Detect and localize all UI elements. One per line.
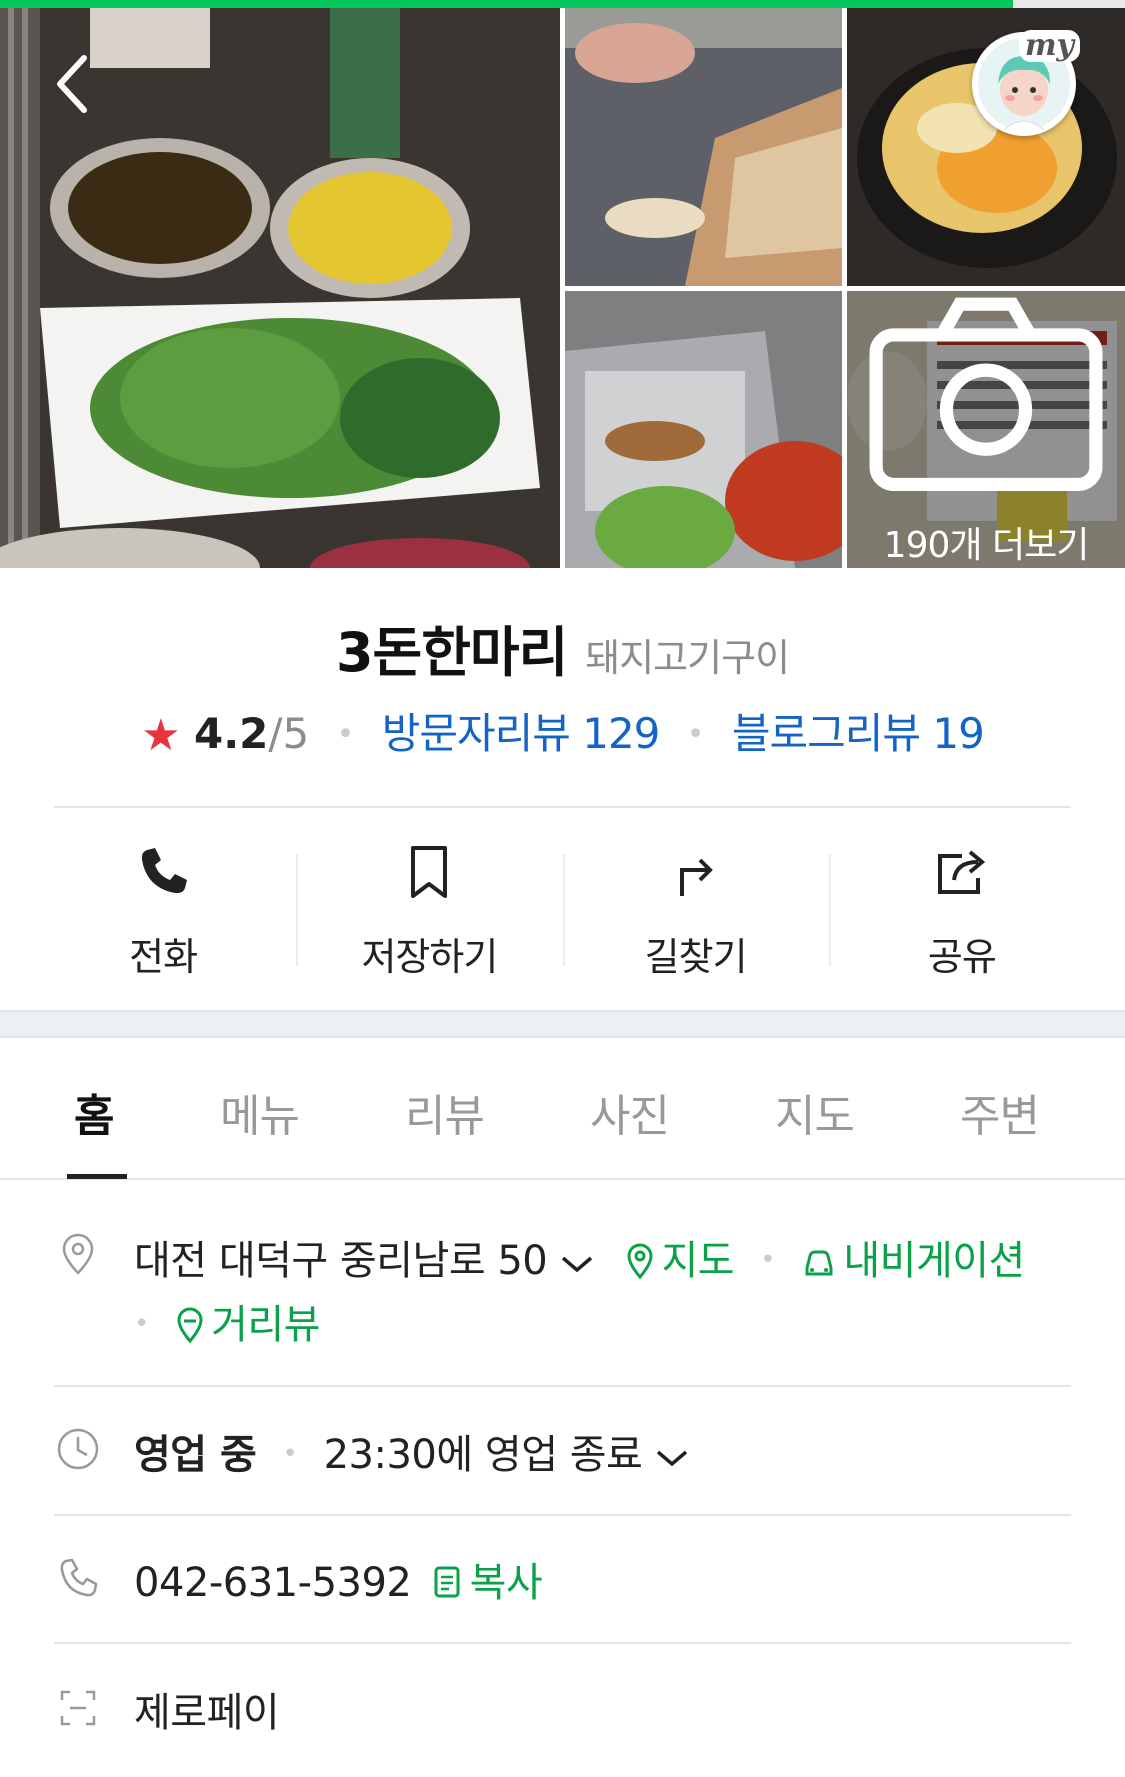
rating-value: 4.2 (193, 709, 269, 758)
save-label: 저장하기 (361, 935, 498, 979)
my-profile-button[interactable]: my (972, 30, 1080, 136)
share-button[interactable]: 공유 (828, 808, 1095, 988)
streetview-link[interactable]: 거리뷰 (175, 1302, 320, 1348)
action-bar: 전화 저장하기 길찾기 공유 (30, 808, 1095, 988)
navigation-link[interactable]: 내비게이션 (801, 1238, 1025, 1284)
divider (54, 1385, 1071, 1387)
streetview-icon (177, 1307, 203, 1344)
address-text: 대전 대덕구 중리남로 50 (134, 1238, 548, 1284)
page-load-progress (0, 0, 1125, 8)
hours-row[interactable]: 영업 중 • 23:30에 영업 종료 (134, 1422, 690, 1480)
map-link-label: 지도 (661, 1238, 735, 1284)
map-pin-icon (627, 1243, 653, 1280)
visitor-reviews-link[interactable]: 방문자리뷰 129 (382, 709, 661, 758)
address-row: 대전 대덕구 중리남로 50 지도 • 내비게이션 (134, 1228, 1025, 1286)
navigation-link-label: 내비게이션 (843, 1238, 1025, 1284)
copy-button[interactable]: 복사 (432, 1560, 543, 1606)
tab-home[interactable]: 홈 (74, 1080, 114, 1144)
back-button[interactable] (46, 48, 106, 118)
location-pin-icon (62, 1233, 94, 1275)
separator-dot: • (282, 1439, 298, 1469)
page-load-progress-fill (0, 0, 1013, 8)
directions-label: 길찾기 (644, 935, 748, 979)
separator-dot: • (336, 717, 355, 752)
section-separator (0, 1010, 1125, 1038)
call-button[interactable]: 전화 (30, 808, 296, 988)
divider (54, 1514, 1071, 1516)
more-photos-tile[interactable]: 190개 더보기 (847, 291, 1125, 568)
photo-thumbnail[interactable] (565, 291, 842, 568)
phone-icon (141, 848, 188, 894)
directions-button[interactable]: 길찾기 (562, 808, 829, 988)
tab-bar: 홈 메뉴 리뷰 사진 지도 주변 (0, 1040, 1125, 1180)
hours-status: 영업 중 (134, 1432, 257, 1478)
phone-row: 042-631-5392 복사 (134, 1550, 543, 1608)
tab-menu[interactable]: 메뉴 (220, 1080, 300, 1144)
streetview-row: • 거리뷰 (134, 1292, 320, 1350)
place-name: 3돈한마리 (335, 621, 568, 684)
tab-map[interactable]: 지도 (775, 1080, 855, 1144)
zeropay-label: 제로페이 (134, 1690, 280, 1736)
directions-icon (679, 858, 713, 896)
streetview-link-label: 거리뷰 (211, 1302, 320, 1348)
copy-icon (434, 1566, 460, 1598)
tab-nearby[interactable]: 주변 (960, 1080, 1040, 1144)
rating-row: ★ 4.2/5 • 방문자리뷰 129 • 블로그리뷰 19 (0, 700, 1125, 761)
copy-label: 복사 (469, 1560, 543, 1606)
chevron-left-icon (57, 55, 87, 113)
separator-dot: • (760, 1245, 776, 1275)
blog-reviews-link[interactable]: 블로그리뷰 19 (732, 709, 985, 758)
photo-thumbnail[interactable] (565, 8, 842, 286)
zeropay-icon (60, 1690, 96, 1726)
rating-max: /5 (268, 709, 310, 758)
phone-outline-icon (60, 1558, 98, 1597)
star-icon: ★ (141, 710, 181, 761)
call-label: 전화 (129, 935, 198, 979)
clock-icon (57, 1428, 99, 1470)
place-title-row: 3돈한마리 돼지고기구이 (0, 608, 1125, 687)
photo-grid: 190개 더보기 (0, 8, 1125, 568)
phone-number[interactable]: 042-631-5392 (134, 1560, 412, 1606)
zeropay-row: 제로페이 (134, 1680, 280, 1738)
chevron-down-icon[interactable] (559, 1252, 595, 1276)
camera-icon (869, 297, 1103, 492)
save-button[interactable]: 저장하기 (296, 808, 562, 988)
active-tab-indicator (67, 1174, 127, 1179)
car-icon (805, 1250, 833, 1276)
separator-dot: • (134, 1309, 149, 1339)
bookmark-icon (411, 846, 448, 898)
chevron-down-icon[interactable] (654, 1446, 690, 1470)
share-label: 공유 (927, 935, 997, 979)
map-link[interactable]: 지도 (625, 1238, 735, 1284)
separator-dot: • (686, 717, 705, 752)
my-label: my (1018, 30, 1080, 62)
place-category: 돼지고기구이 (585, 636, 790, 680)
hours-detail: 23:30에 영업 종료 (323, 1432, 643, 1478)
tab-photos[interactable]: 사진 (590, 1080, 670, 1144)
divider (54, 1642, 1071, 1644)
share-icon (937, 850, 985, 894)
more-photos-overlay: 190개 더보기 (847, 291, 1125, 568)
more-photos-label: 190개 더보기 (883, 525, 1090, 566)
tab-reviews[interactable]: 리뷰 (405, 1080, 485, 1144)
